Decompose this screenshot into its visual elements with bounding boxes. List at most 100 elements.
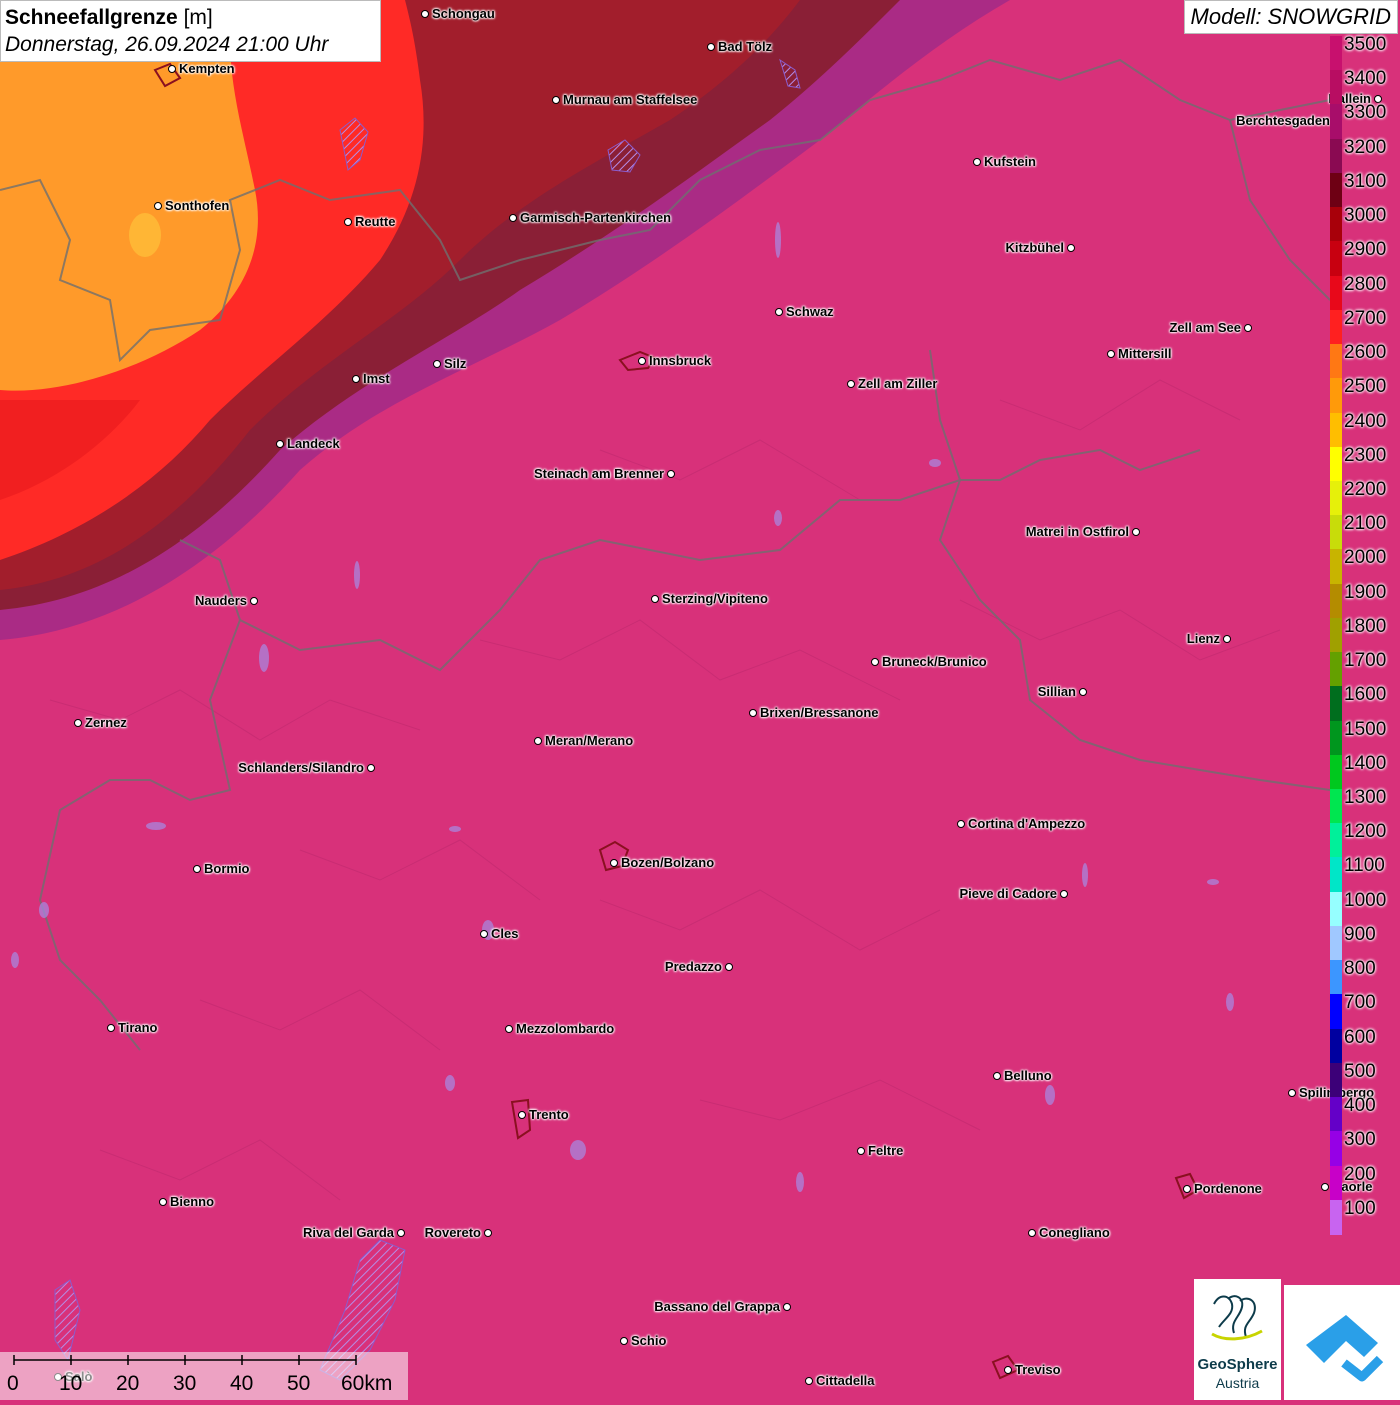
legend-label: 3500 xyxy=(1344,34,1387,55)
city-dot-icon xyxy=(534,737,542,745)
legend-label: 100 xyxy=(1344,1197,1376,1219)
city-label: Schlanders/Silandro xyxy=(238,760,364,775)
legend-swatch xyxy=(1330,138,1342,174)
legend-label: 700 xyxy=(1344,992,1376,1014)
city-dot-icon xyxy=(168,65,176,73)
city-label: Zernez xyxy=(85,715,127,730)
city-dot-icon xyxy=(775,308,783,316)
legend-label: 1800 xyxy=(1344,615,1387,637)
legend-swatch xyxy=(1330,36,1342,71)
city-label: Schwaz xyxy=(786,304,834,319)
legend-label: 3300 xyxy=(1344,102,1387,124)
city-label: Murnau am Staffelsee xyxy=(563,92,698,107)
city-dot-icon xyxy=(518,1111,526,1119)
city-label: Cortina d'Ampezzo xyxy=(968,816,1086,831)
geosphere-name: GeoSphere xyxy=(1197,1356,1278,1373)
city-dot-icon xyxy=(847,380,855,388)
city-label: Conegliano xyxy=(1039,1225,1110,1240)
city-label: Bassano del Grappa xyxy=(654,1299,780,1314)
city-dot-icon xyxy=(433,360,441,368)
city-dot-icon xyxy=(397,1229,405,1237)
city-label: Cles xyxy=(491,926,519,941)
city-label: Imst xyxy=(363,371,390,386)
legend-label: 300 xyxy=(1344,1129,1376,1151)
city-dot-icon xyxy=(1223,635,1231,643)
city-dot-icon xyxy=(1067,244,1075,252)
legend-label: 400 xyxy=(1344,1095,1376,1117)
city-label: Kufstein xyxy=(984,154,1036,169)
legend-swatch xyxy=(1330,960,1342,996)
city-dot-icon xyxy=(610,859,618,867)
city-label: Landeck xyxy=(287,436,340,451)
map-datetime: Donnerstag, 26.09.2024 21:00 Uhr xyxy=(5,33,329,56)
legend-swatch xyxy=(1330,754,1342,790)
legend-swatch xyxy=(1330,1028,1342,1064)
map-title-name: Schneefallgrenze xyxy=(5,6,178,29)
legend-label: 2600 xyxy=(1344,342,1387,364)
city-label: Feltre xyxy=(868,1143,904,1158)
city-label: Treviso xyxy=(1015,1362,1061,1377)
scale-label: 50 xyxy=(287,1372,311,1395)
scale-label: 0 xyxy=(7,1372,19,1395)
city-label: Silz xyxy=(444,356,467,371)
city-dot-icon xyxy=(1321,1183,1329,1191)
legend-swatch xyxy=(1330,378,1342,414)
map-title-unit: [m] xyxy=(183,6,213,29)
legend-label: 2500 xyxy=(1344,376,1387,398)
city-dot-icon xyxy=(193,865,201,873)
city-label: Mezzolombardo xyxy=(516,1021,615,1036)
geosphere-logo[interactable]: GeoSphere Austria xyxy=(1194,1279,1281,1400)
city-label: Bruneck/Brunico xyxy=(882,654,987,669)
city-dot-icon xyxy=(352,375,360,383)
city-label: Cittadella xyxy=(816,1373,875,1388)
city-dot-icon xyxy=(638,357,646,365)
city-label: Sillian xyxy=(1037,684,1076,699)
city-label: Nauders xyxy=(194,593,247,608)
city-dot-icon xyxy=(480,930,488,938)
legend-label: 1400 xyxy=(1344,752,1387,774)
city-label: Bad Tölz xyxy=(718,39,773,54)
legend-swatch xyxy=(1330,1199,1342,1235)
city-dot-icon xyxy=(367,764,375,772)
legend-label: 2400 xyxy=(1344,410,1387,432)
legend-swatch xyxy=(1330,994,1342,1030)
city-label: Bienno xyxy=(170,1194,215,1209)
city-dot-icon xyxy=(1288,1089,1296,1097)
city-label: Pordenone xyxy=(1194,1181,1262,1196)
city-label: Zell am Ziller xyxy=(858,376,938,391)
snowflake-app-logo[interactable] xyxy=(1284,1285,1400,1400)
legend-swatch xyxy=(1330,1062,1342,1098)
legend-swatch xyxy=(1330,515,1342,551)
legend-label: 2300 xyxy=(1344,444,1387,466)
legend-label: 3000 xyxy=(1344,205,1387,227)
color-legend: 3500 3400 3300 3200 3100 3000 2900 2800 2700 2600… xyxy=(1330,34,1400,1235)
city-dot-icon xyxy=(509,214,517,222)
legend-label: 2000 xyxy=(1344,547,1387,569)
city-dot-icon xyxy=(154,202,162,210)
legend-label: 800 xyxy=(1344,958,1376,980)
city-label: Bormio xyxy=(204,861,250,876)
legend-swatch xyxy=(1330,241,1342,277)
city-label: Rovereto xyxy=(424,1225,481,1240)
legend-swatch xyxy=(1330,104,1342,140)
geosphere-emblem-icon xyxy=(1211,1295,1263,1341)
legend-swatch xyxy=(1330,275,1342,311)
legend-swatch xyxy=(1330,891,1342,927)
city-label: Meran/Merano xyxy=(545,733,634,748)
city-dot-icon xyxy=(552,96,560,104)
legend-swatch xyxy=(1330,789,1342,825)
legend-swatch xyxy=(1330,412,1342,448)
city-dot-icon xyxy=(1183,1185,1191,1193)
city-dot-icon xyxy=(159,1198,167,1206)
scale-label: 40 xyxy=(230,1372,254,1395)
title-box: Schneefallgrenze [m] Donnerstag, 26.09.2… xyxy=(0,0,381,62)
city-dot-icon xyxy=(707,43,715,51)
city-label: Brixen/Bressanone xyxy=(760,705,879,720)
city-label: Sonthofen xyxy=(165,198,230,213)
city-dot-icon xyxy=(667,470,675,478)
legend-label: 1500 xyxy=(1344,718,1387,740)
legend-label: 1900 xyxy=(1344,581,1387,603)
scale-label: 10 xyxy=(59,1372,83,1395)
legend-swatch xyxy=(1330,172,1342,208)
city-label: Berchtesgaden xyxy=(1236,113,1330,128)
